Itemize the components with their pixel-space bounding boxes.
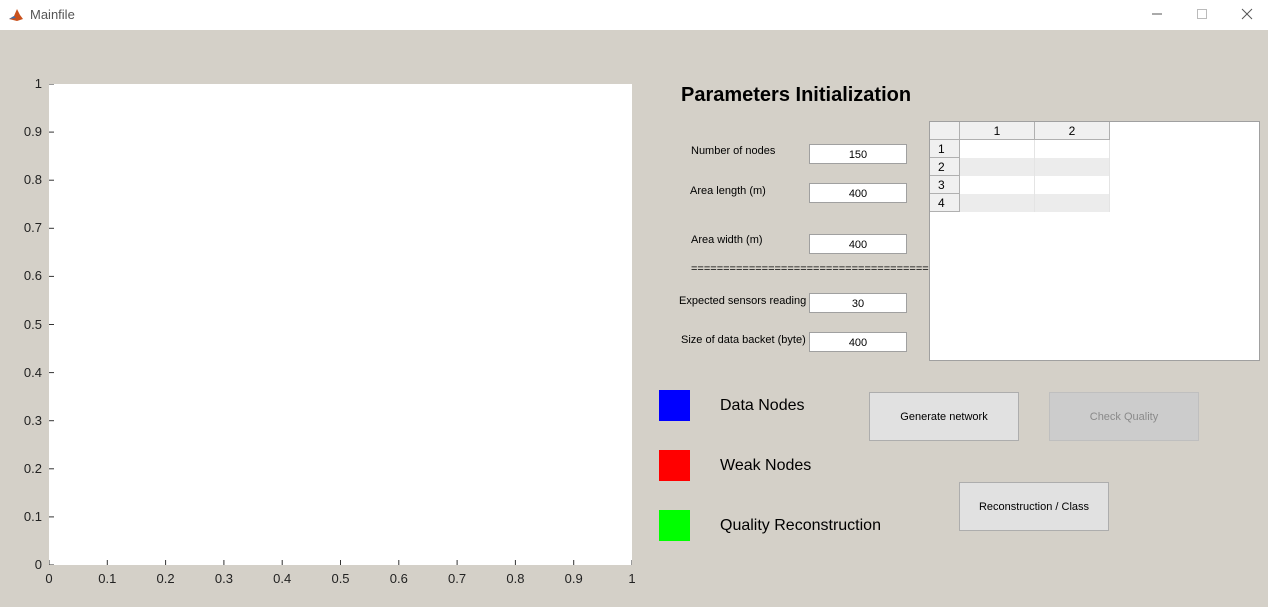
- area-width-input[interactable]: 400: [809, 234, 907, 254]
- data-nodes-swatch: [659, 390, 690, 421]
- y-tick-label: 0: [34, 557, 42, 572]
- close-button[interactable]: [1224, 0, 1268, 30]
- x-tick-label: 0.9: [564, 571, 583, 586]
- table-row-header[interactable]: 4: [930, 194, 960, 212]
- area-width-label: Area width (m): [691, 234, 763, 246]
- y-tick-label: 0.6: [23, 268, 42, 284]
- table-col-header[interactable]: 2: [1035, 122, 1110, 140]
- table-cell[interactable]: [960, 194, 1035, 212]
- matlab-icon: [8, 7, 24, 23]
- weak-nodes-swatch: [659, 450, 690, 481]
- table-cell[interactable]: [1035, 158, 1110, 176]
- quality-reconstruction-swatch: [659, 510, 690, 541]
- packet-size-label: Size of data backet (byte): [681, 334, 806, 346]
- close-icon: [1241, 8, 1253, 23]
- table-row-header[interactable]: 1: [930, 140, 960, 158]
- y-tick-label: 0.4: [23, 364, 42, 380]
- y-tick-label: 0.1: [23, 508, 42, 524]
- table-cell[interactable]: [1035, 194, 1110, 212]
- y-tick-label: 1: [34, 76, 42, 91]
- x-tick-label: 0.6: [389, 571, 408, 586]
- packet-size-input[interactable]: 400: [809, 332, 907, 352]
- table-corner: [930, 122, 960, 140]
- y-tick-label: 0.5: [23, 316, 42, 332]
- data-table[interactable]: 1 2 1 2 3 4: [929, 121, 1260, 361]
- minimize-icon: [1151, 8, 1163, 23]
- table-cell[interactable]: [960, 140, 1035, 158]
- y-tick-label: 0.9: [23, 124, 42, 140]
- minimize-button[interactable]: [1134, 0, 1180, 30]
- title-bar: Mainfile: [0, 0, 1268, 30]
- plot-area[interactable]: [49, 84, 632, 565]
- reconstruction-class-button[interactable]: Reconstruction / Class: [959, 482, 1109, 531]
- table-cell[interactable]: [1035, 176, 1110, 194]
- separator-line: =====================================: [691, 263, 929, 275]
- x-tick-label: 0: [45, 571, 53, 586]
- x-tick-label: 0.3: [214, 571, 233, 586]
- generate-network-button[interactable]: Generate network: [869, 392, 1019, 441]
- window-title: Mainfile: [30, 7, 75, 22]
- check-quality-button[interactable]: Check Quality: [1049, 392, 1199, 441]
- x-tick-label: 0.1: [98, 571, 117, 586]
- area-length-label: Area length (m): [690, 185, 766, 197]
- data-nodes-label: Data Nodes: [720, 397, 805, 414]
- weak-nodes-label: Weak Nodes: [720, 457, 812, 474]
- expected-reading-input[interactable]: 30: [809, 293, 907, 313]
- plot-ticks: [49, 84, 632, 565]
- x-tick-label: 0.7: [448, 571, 467, 586]
- table-col-header[interactable]: 1: [960, 122, 1035, 140]
- y-tick-label: 0.8: [23, 172, 42, 188]
- x-tick-label: 0.2: [156, 571, 175, 586]
- x-tick-label: 1: [628, 571, 636, 586]
- y-tick-label: 0.2: [23, 460, 42, 476]
- expected-reading-label: Expected sensors reading: [679, 295, 807, 307]
- x-tick-label: 0.8: [506, 571, 525, 586]
- parameters-title: Parameters Initialization: [681, 84, 912, 106]
- quality-reconstruction-label: Quality Reconstruction: [720, 517, 881, 534]
- maximize-button[interactable]: [1179, 0, 1225, 30]
- area-length-input[interactable]: 400: [809, 183, 907, 203]
- table-cell[interactable]: [960, 176, 1035, 194]
- num-nodes-input[interactable]: 150: [809, 144, 907, 164]
- x-tick-label: 0.4: [273, 571, 292, 586]
- maximize-icon: [1196, 8, 1208, 23]
- table-cell[interactable]: [960, 158, 1035, 176]
- y-tick-label: 0.7: [23, 220, 42, 236]
- num-nodes-label: Number of nodes: [691, 145, 776, 157]
- table-row-header[interactable]: 2: [930, 158, 960, 176]
- table-row-header[interactable]: 3: [930, 176, 960, 194]
- table-cell[interactable]: [1035, 140, 1110, 158]
- x-tick-label: 0.5: [331, 571, 350, 586]
- y-tick-label: 0.3: [23, 412, 42, 428]
